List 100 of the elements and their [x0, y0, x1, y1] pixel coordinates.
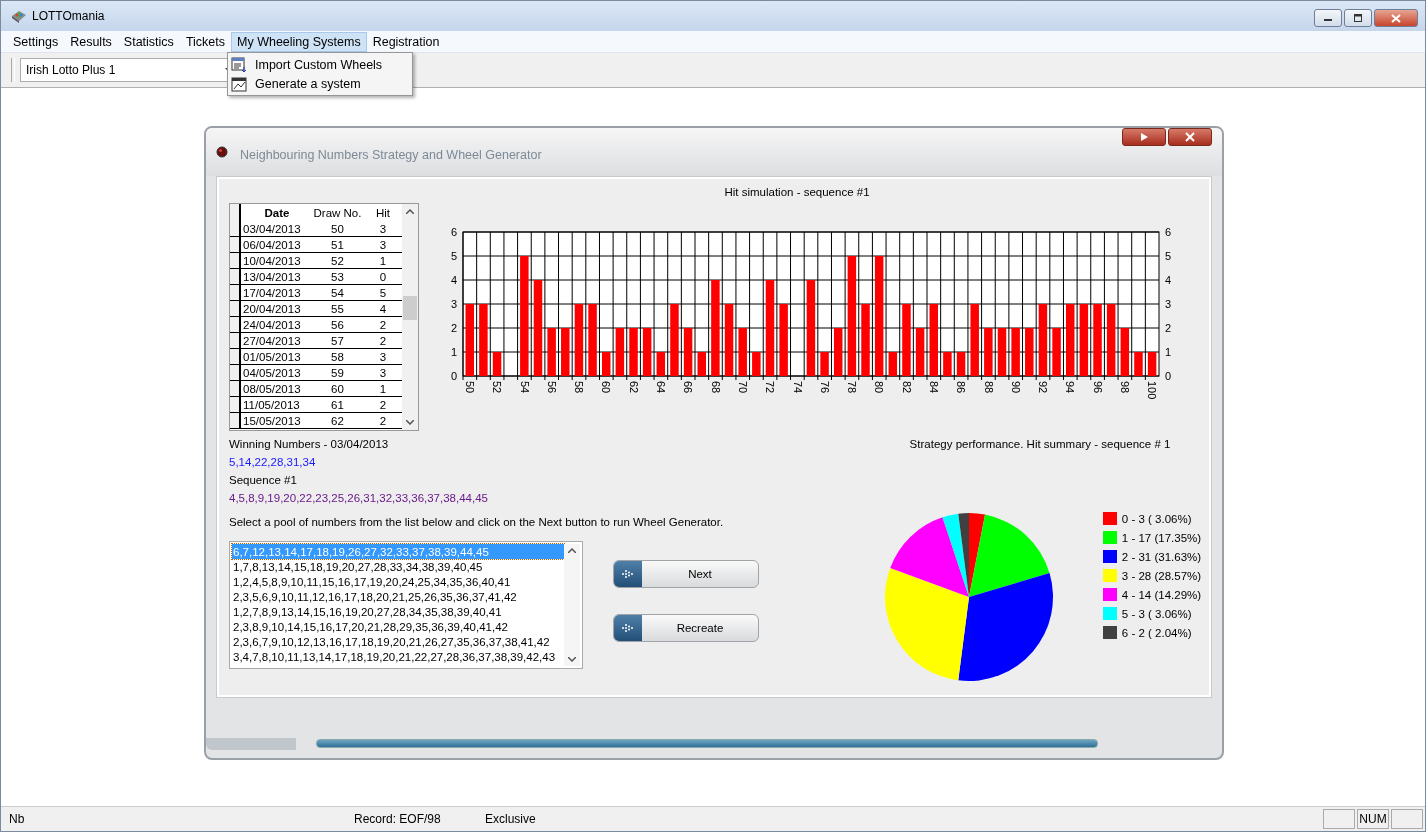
menu-item[interactable]: Settings [7, 31, 65, 52]
column-header: Draw No. [312, 205, 363, 221]
table-cell-text: 04/05/2013 [242, 365, 302, 380]
axis-label: 98 [1119, 381, 1132, 394]
axis-label: 72 [764, 381, 777, 394]
instruction-text: Select a pool of numbers from the list below and click on the Next button to run Wheel Generator. [229, 515, 725, 530]
table-cell-text: 13/04/2013 [242, 269, 302, 284]
table-cell-text: 52 [330, 253, 345, 268]
menu-item[interactable]: Results [64, 31, 118, 52]
chart-bar [601, 352, 611, 376]
chart-bar [1079, 304, 1089, 376]
row-header[interactable] [230, 269, 241, 284]
scroll-thumb[interactable] [403, 296, 417, 320]
close-icon [1185, 132, 1195, 142]
row-header[interactable] [230, 333, 241, 348]
row-header[interactable] [230, 301, 241, 316]
axis-label: 82 [900, 381, 913, 394]
axis-label: 96 [1091, 381, 1104, 394]
list-import-icon [231, 56, 247, 73]
close-icon [1391, 13, 1401, 23]
table-cell-text: 27/04/2013 [242, 333, 302, 348]
chart-bar [779, 304, 788, 376]
row-header[interactable] [230, 381, 241, 396]
play-button[interactable] [1122, 128, 1166, 146]
row-header[interactable] [230, 253, 241, 268]
row-header[interactable] [230, 397, 241, 412]
table-cell-text: 50 [330, 221, 345, 236]
row-header[interactable] [230, 221, 241, 236]
sequence-label: Sequence #1 [229, 473, 298, 488]
row-header[interactable] [230, 317, 241, 332]
axis-label: 94 [1064, 381, 1077, 394]
axis-label: 58 [573, 381, 586, 394]
axis-label: 3 [1165, 298, 1172, 310]
legend-label: 0 - 3 ( 3.06%) [1121, 512, 1192, 525]
menu-item[interactable]: My Wheeling Systems [231, 31, 367, 52]
list-item[interactable]: 2,3,8,9,10,14,15,16,17,20,21,28,29,35,36,39,40,41,42 [232, 619, 564, 634]
list-item[interactable]: 2,3,5,6,9,10,11,12,16,17,18,20,21,25,26,35,36,37,41,42 [232, 589, 564, 604]
axis-label: 78 [846, 381, 859, 394]
action-button[interactable]: Recreate [613, 614, 759, 642]
app-icon [11, 9, 27, 23]
chart-bar [915, 328, 925, 376]
chart-bar [984, 328, 993, 376]
chart-bar [833, 328, 843, 376]
maximize-icon [1353, 14, 1363, 22]
row-header[interactable] [230, 349, 241, 364]
list-item[interactable]: 2,3,6,7,9,10,12,13,16,17,18,19,20,21,26,27,35,36,37,38,41,42 [232, 634, 564, 649]
winning-label: Winning Numbers - 03/04/2013 [229, 437, 390, 452]
axis-label: 4 [1165, 274, 1172, 286]
scrollbar[interactable] [402, 204, 418, 430]
table-cell-text: 2 [378, 413, 388, 428]
chart-title: Strategy performance. Hit summary - sequence # 1 [909, 437, 1171, 452]
row-header[interactable] [230, 365, 241, 380]
legend-label: 1 - 17 (17.35%) [1121, 531, 1202, 544]
table-cell-text: 54 [330, 285, 345, 300]
table-cell-text: 24/04/2013 [242, 317, 302, 332]
axis-label: 88 [982, 381, 995, 394]
maximize-button[interactable] [1344, 9, 1372, 27]
axis-label: 66 [682, 381, 695, 394]
minimize-button[interactable] [1314, 9, 1342, 27]
table-cell-text: 01/05/2013 [242, 349, 302, 364]
chart-bar [1134, 352, 1143, 376]
chart-bar [1038, 304, 1048, 376]
row-header[interactable] [230, 237, 241, 252]
scrollbar[interactable] [564, 544, 580, 666]
menu-item[interactable]: Statistics [117, 31, 180, 52]
axis-label: 62 [627, 381, 640, 394]
chart-bar [929, 304, 938, 376]
axis-label: 5 [450, 250, 457, 262]
row-header[interactable] [230, 413, 241, 428]
chart-bar [629, 328, 638, 376]
chart-bar [1025, 328, 1034, 376]
axis-label: 76 [818, 381, 831, 394]
list-item[interactable]: 1,2,4,5,8,9,10,11,15,16,17,19,20,24,25,34,35,36,40,41 [232, 574, 564, 589]
axis-label: 5 [1165, 250, 1172, 262]
legend-label: 5 - 3 ( 3.06%) [1121, 607, 1192, 620]
dotted-arrow-icon [621, 622, 635, 634]
table-cell-text: 20/04/2013 [242, 301, 302, 316]
row-header[interactable] [230, 285, 241, 300]
table-cell-text: 2 [378, 333, 388, 348]
table-cell-text: 3 [378, 349, 388, 364]
menu-item[interactable]: Registration [366, 31, 446, 52]
status-mode: Exclusive [485, 812, 536, 826]
axis-label: 6 [1165, 226, 1172, 238]
axis-label: 54 [518, 381, 531, 394]
axis-label: 0 [450, 370, 457, 382]
axis-label: 92 [1037, 381, 1050, 394]
winning-numbers: 5,14,22,28,31,34 [229, 455, 317, 470]
legend-label: 3 - 28 (28.57%) [1121, 569, 1202, 582]
action-button[interactable]: Next [613, 560, 759, 588]
chart-bar [492, 352, 502, 376]
list-item[interactable]: 1,7,8,13,14,15,18,19,20,27,28,33,34,38,39,40,45 [232, 559, 564, 574]
scroll-up-icon [568, 548, 576, 553]
list-item[interactable]: 1,2,7,8,9,13,14,15,16,19,20,27,28,34,35,38,39,40,41 [232, 604, 564, 619]
table-cell-text: 2 [378, 317, 388, 332]
sequence-numbers: 4,5,8,9,19,20,22,23,25,26,31,32,33,36,37,38,44,45 [229, 491, 489, 506]
menu-item[interactable]: Tickets [179, 31, 231, 52]
list-item[interactable]: 3,4,7,8,10,11,13,14,17,18,19,20,21,22,27,28,36,37,38,39,42,43 [232, 649, 564, 664]
close-button[interactable] [1168, 128, 1212, 146]
axis-label: 90 [1009, 381, 1022, 394]
close-button[interactable] [1374, 9, 1418, 27]
